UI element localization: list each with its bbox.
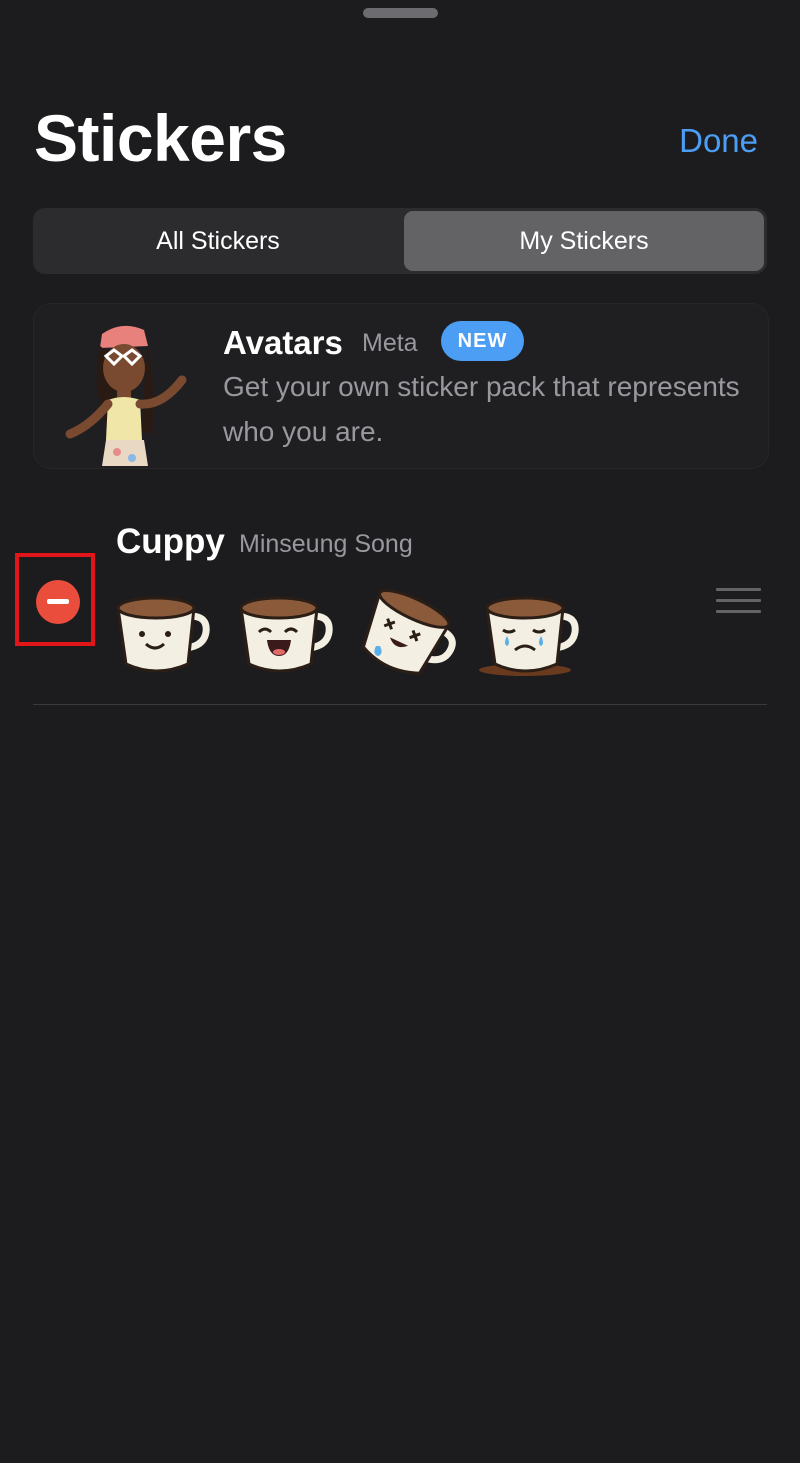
promo-publisher: Meta bbox=[362, 329, 418, 357]
dizzy-cup-sticker bbox=[361, 588, 456, 675]
smiling-cup-sticker bbox=[116, 596, 210, 673]
avatars-promo-card[interactable]: Avatars Meta NEW Get your own sticker pa… bbox=[33, 303, 769, 469]
reorder-handle-icon[interactable] bbox=[716, 588, 761, 616]
crying-cup-sticker bbox=[479, 596, 579, 676]
pack-title: Cuppy bbox=[116, 522, 225, 561]
promo-title: Avatars bbox=[223, 324, 343, 361]
laughing-cup-sticker bbox=[239, 596, 333, 673]
done-button[interactable]: Done bbox=[679, 122, 758, 160]
tab-all-stickers[interactable]: All Stickers bbox=[36, 211, 400, 271]
sheet-grabber[interactable] bbox=[363, 8, 438, 18]
row-divider bbox=[33, 704, 767, 705]
delete-minus-icon[interactable] bbox=[36, 580, 80, 624]
pack-author: Minseung Song bbox=[239, 530, 413, 558]
sticker-pack-row: Cuppy Minseung Song bbox=[0, 510, 800, 705]
page-title: Stickers bbox=[34, 101, 287, 175]
sticker-preview-strip bbox=[110, 586, 602, 676]
avatar-sticker-image bbox=[65, 325, 187, 466]
new-badge: NEW bbox=[441, 321, 524, 361]
tab-my-stickers[interactable]: My Stickers bbox=[404, 211, 764, 271]
segmented-control: All Stickers My Stickers bbox=[33, 208, 767, 274]
promo-description: Get your own sticker pack that represent… bbox=[223, 371, 740, 447]
